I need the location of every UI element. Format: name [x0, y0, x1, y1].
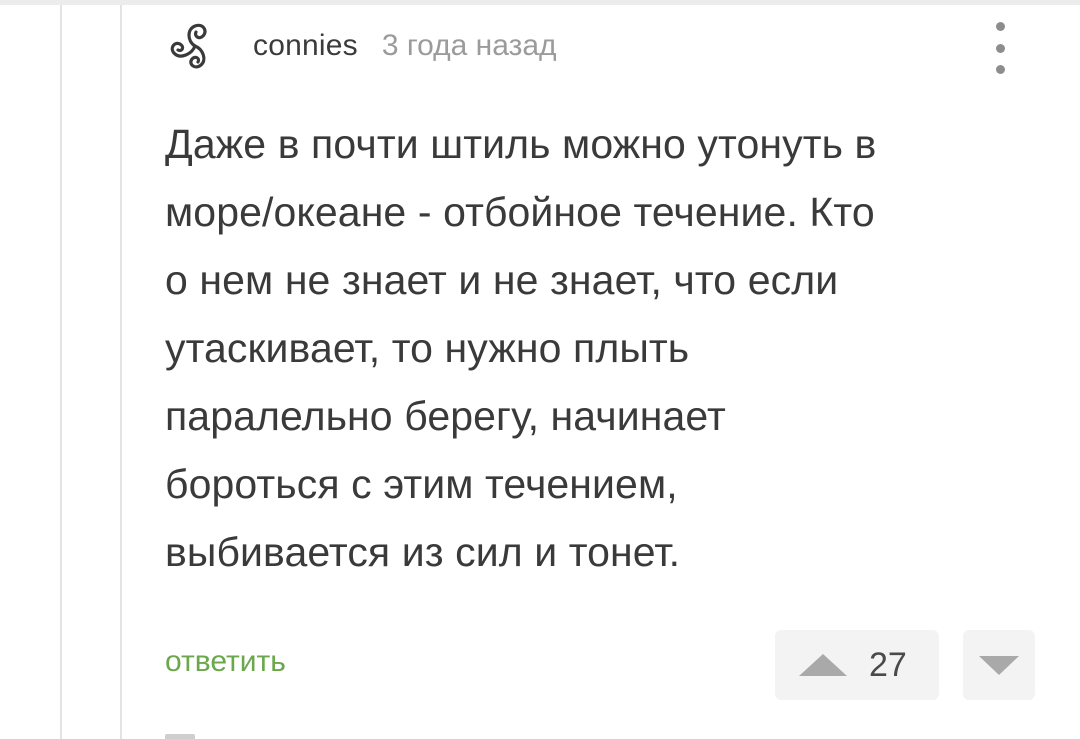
- avatar[interactable]: [165, 18, 227, 74]
- reply-button[interactable]: ответить: [165, 645, 286, 679]
- timestamp[interactable]: 3 года назад: [382, 29, 557, 63]
- downvote-button[interactable]: [963, 630, 1035, 700]
- more-vertical-icon: [995, 22, 1005, 31]
- triangle-down-icon: [979, 655, 1019, 675]
- comment-header: connies 3 года назад: [165, 18, 557, 74]
- triskelion-icon: [170, 23, 207, 69]
- more-vertical-icon-dot: [995, 43, 1005, 53]
- thread-line-level-2: [120, 5, 122, 739]
- username[interactable]: connies: [253, 29, 358, 63]
- more-options-button[interactable]: [985, 22, 1015, 74]
- upvote-button[interactable]: 27: [775, 630, 939, 700]
- thread-line-level-1: [60, 5, 62, 739]
- triangle-up-icon: [799, 654, 847, 676]
- next-comment-avatar: [165, 734, 195, 739]
- more-vertical-icon-dot: [995, 65, 1005, 74]
- vote-count: 27: [869, 645, 907, 684]
- comment: connies 3 года назад Даже в почти штиль …: [165, 0, 1045, 739]
- comment-screen: connies 3 года назад Даже в почти штиль …: [0, 0, 1080, 739]
- comment-text: Даже в почти штиль можно утонуть в море/…: [165, 121, 877, 575]
